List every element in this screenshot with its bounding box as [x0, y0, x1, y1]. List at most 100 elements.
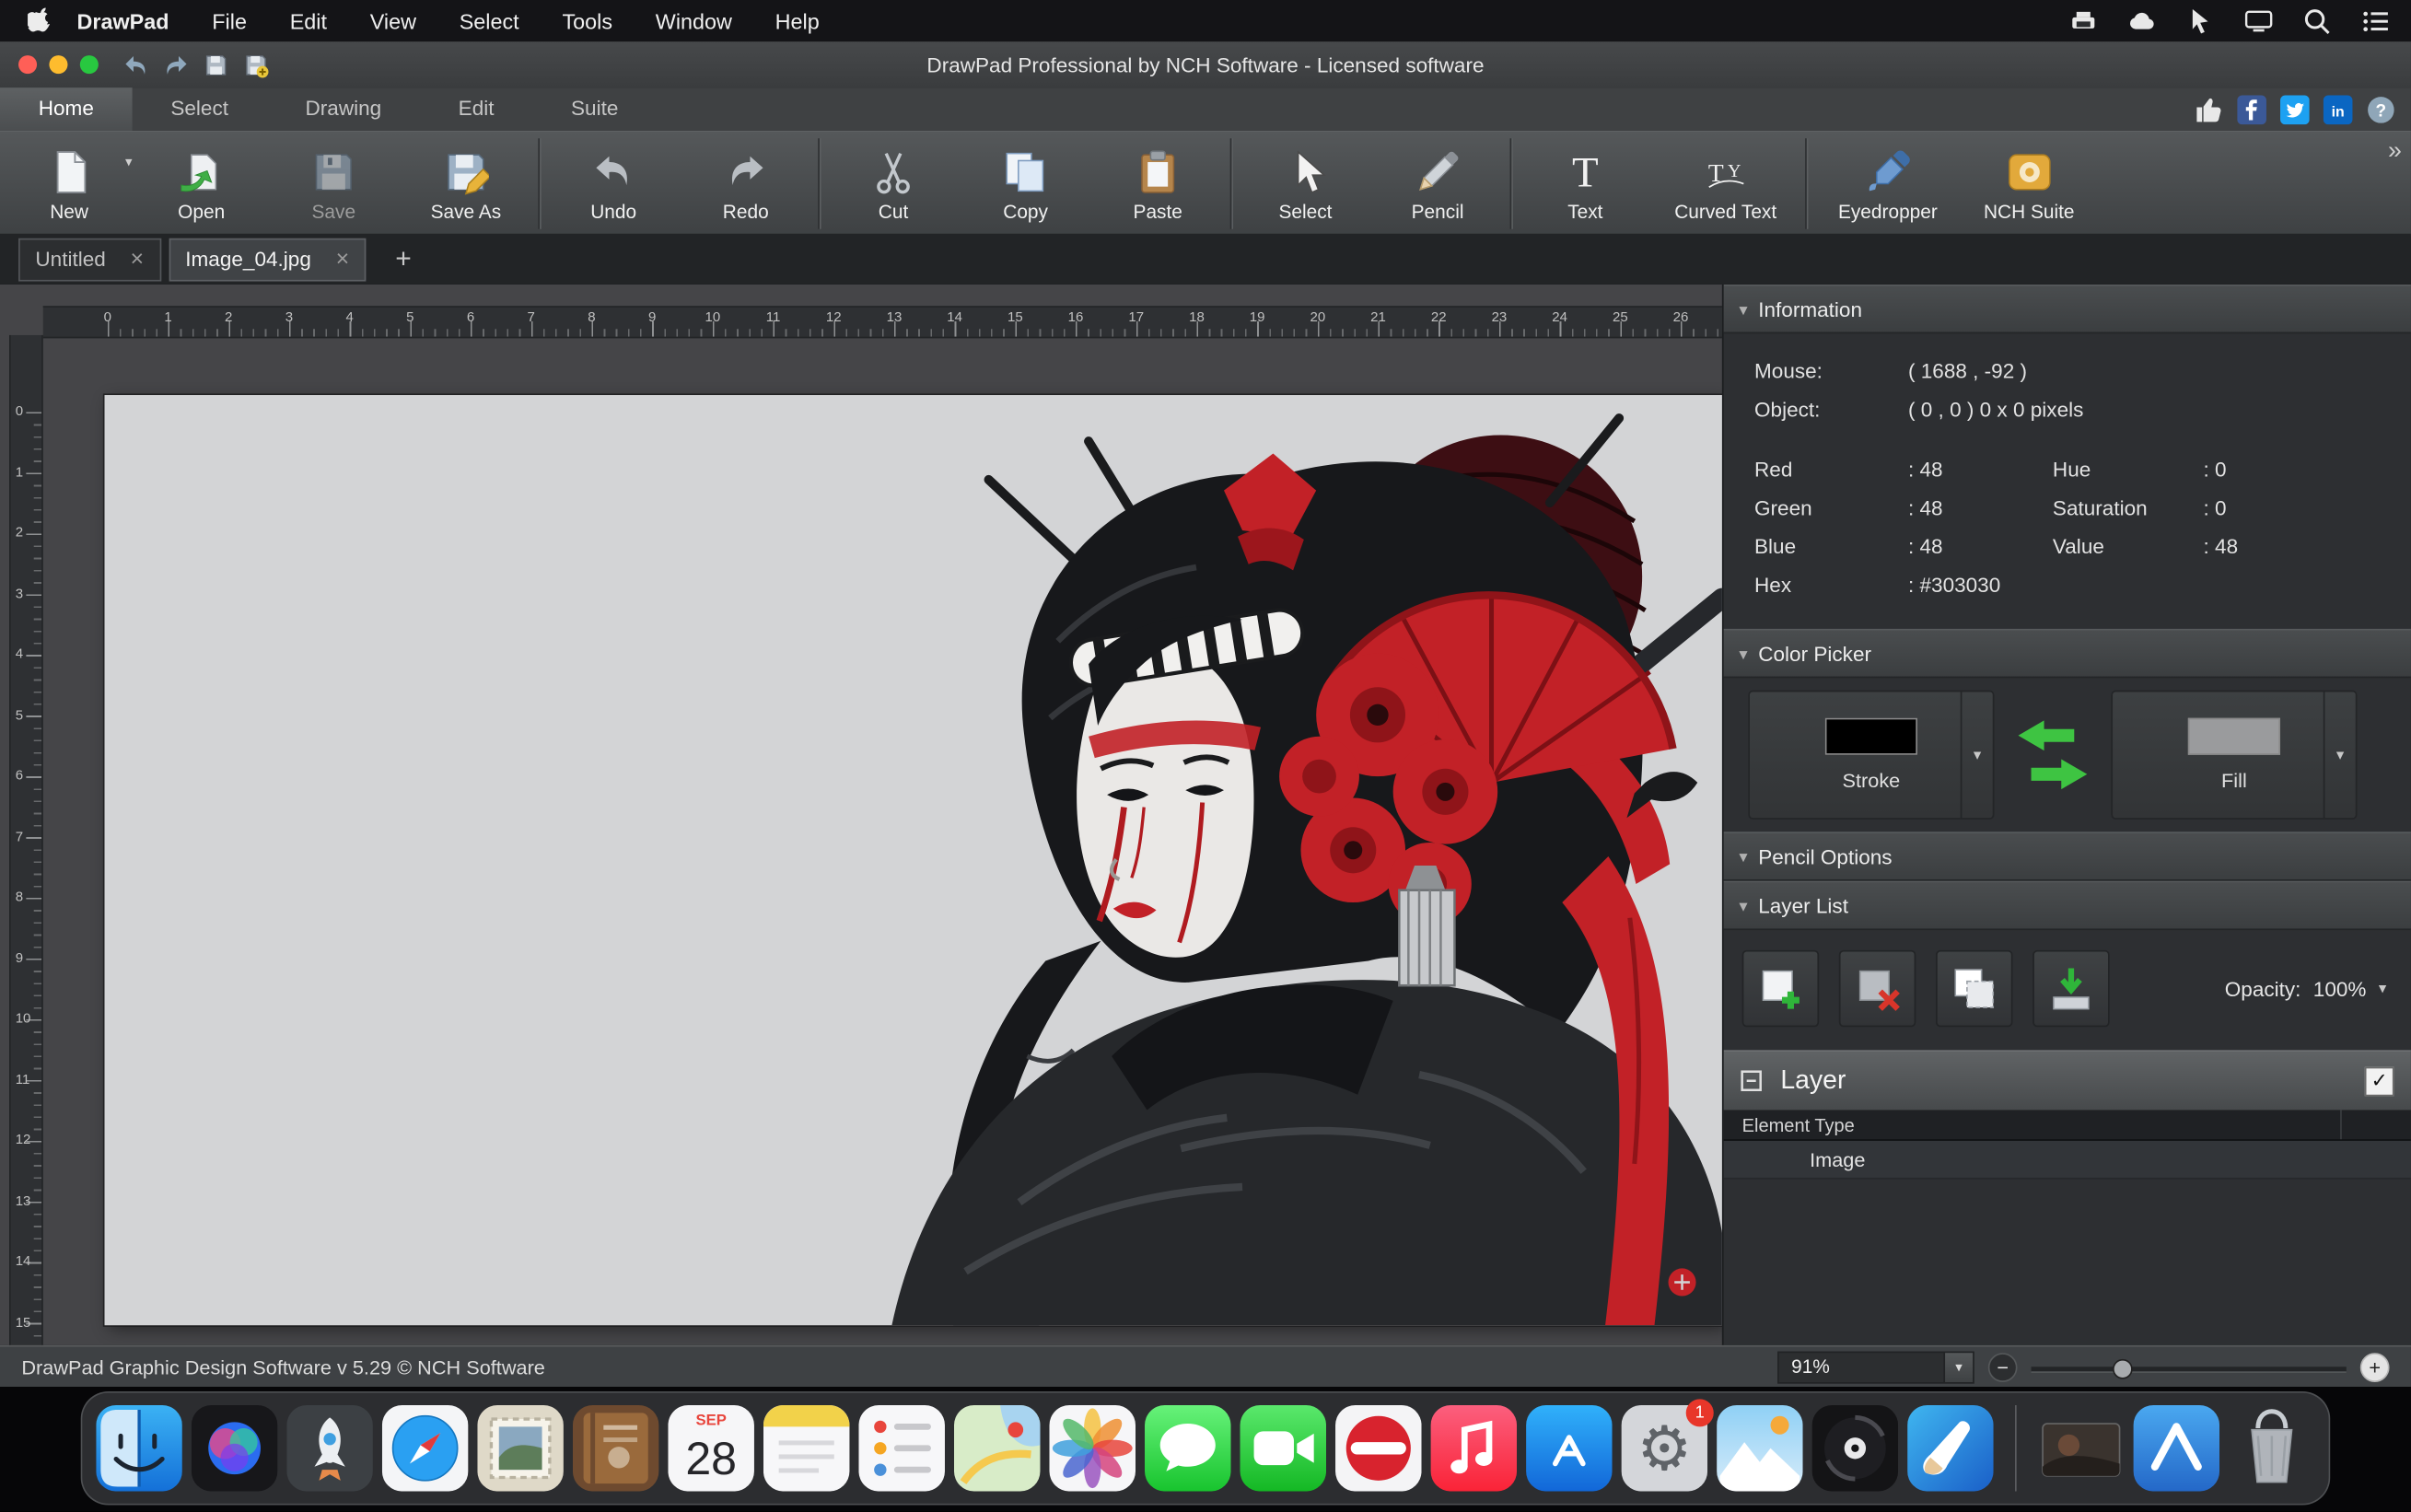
swap-colors-button[interactable] [2009, 712, 2095, 797]
tab-suite[interactable]: Suite [532, 87, 657, 131]
layer-element-row[interactable]: Image [1723, 1140, 2411, 1180]
thumbs-up-icon[interactable] [2195, 95, 2224, 124]
toolbar-overflow-chevron[interactable]: » [2388, 138, 2402, 166]
toolbar-button-pencil[interactable]: Pencil [1371, 133, 1504, 236]
document-canvas[interactable] [104, 395, 1722, 1326]
dock-contacts[interactable] [572, 1405, 659, 1492]
cloud-icon[interactable] [2128, 7, 2156, 35]
dock-facetime[interactable] [1240, 1405, 1327, 1492]
toolbar-button-redo[interactable]: Redo [680, 133, 812, 236]
toolbar-button-text[interactable]: T Text [1520, 133, 1652, 236]
window-title-bar[interactable]: DrawPad Professional by NCH Software - L… [0, 41, 2411, 89]
opacity-control[interactable]: Opacity: 100% ▾ [2225, 977, 2393, 1000]
dock-music[interactable] [1430, 1405, 1518, 1492]
dock-videopad[interactable] [1811, 1405, 1899, 1492]
zoom-slider[interactable] [2031, 1354, 2347, 1379]
dock-safari[interactable] [381, 1405, 469, 1492]
app-menu-title[interactable]: DrawPad [76, 8, 169, 33]
add-layer-button[interactable] [1741, 949, 1820, 1028]
new-tab-button[interactable]: + [383, 243, 424, 275]
dock-photos[interactable] [1049, 1405, 1136, 1492]
close-tab-icon[interactable]: × [336, 248, 350, 271]
menubar-item-select[interactable]: Select [437, 8, 541, 33]
tab-drawing[interactable]: Drawing [267, 87, 420, 131]
dock-notes[interactable] [763, 1405, 850, 1492]
delete-layer-button[interactable] [1838, 949, 1916, 1028]
information-section-header[interactable]: ▾ Information [1723, 284, 2411, 334]
pencil-options-section-header[interactable]: ▾ Pencil Options [1723, 832, 2411, 881]
dropdown-arrow-icon[interactable]: ▾ [2379, 980, 2386, 996]
layer-row[interactable]: Layer ✓ [1723, 1050, 2411, 1111]
twitter-icon[interactable] [2280, 94, 2310, 124]
dock-reminders[interactable] [858, 1405, 945, 1492]
tab-edit[interactable]: Edit [420, 87, 532, 131]
menubar-item-view[interactable]: View [348, 8, 437, 33]
dock-system-preferences[interactable]: ⚙ 1 [1621, 1399, 1714, 1492]
toolbar-button-undo[interactable]: Undo [547, 133, 680, 236]
menubar-item-help[interactable]: Help [753, 8, 841, 33]
scanner-icon[interactable] [2069, 7, 2097, 35]
dock-maps[interactable] [953, 1405, 1041, 1492]
fill-color-picker[interactable]: Fill ▾ [2111, 690, 2358, 820]
apple-menu-icon[interactable] [21, 6, 55, 35]
dropdown-arrow-icon[interactable]: ▾ [2323, 692, 2356, 819]
zoom-out-button[interactable]: − [1987, 1352, 2018, 1382]
minimize-window-button[interactable] [49, 55, 68, 75]
spotlight-icon[interactable] [2303, 7, 2331, 35]
dock-messages[interactable] [1145, 1405, 1231, 1492]
toolbar-button-save-as[interactable]: Save As [400, 133, 532, 236]
zoom-slider-thumb[interactable] [2113, 1358, 2134, 1378]
dock-nch-app[interactable] [2133, 1405, 2220, 1492]
linkedin-icon[interactable]: in [2323, 94, 2353, 124]
layer-visibility-checkbox[interactable]: ✓ [2364, 1065, 2394, 1096]
toolbar-button-select[interactable]: Select [1240, 133, 1372, 236]
fullscreen-window-button[interactable] [79, 55, 99, 75]
dock-siri[interactable] [191, 1405, 278, 1492]
menubar-item-edit[interactable]: Edit [268, 8, 348, 33]
zoom-in-button[interactable]: + [2359, 1352, 2390, 1382]
toolbar-button-save[interactable]: Save [268, 133, 401, 236]
display-icon[interactable] [2244, 7, 2273, 35]
dropdown-arrow-icon[interactable]: ▾ [1943, 1352, 1974, 1382]
save-disk-new-icon[interactable] [243, 52, 269, 77]
toolbar-button-cut[interactable]: Cut [827, 133, 960, 236]
close-tab-icon[interactable]: × [131, 248, 145, 271]
document-tab-image-04-jpg[interactable]: Image_04.jpg × [168, 237, 367, 281]
toolbar-button-open[interactable]: Open [135, 133, 268, 236]
tab-select[interactable]: Select [133, 87, 267, 131]
toolbar-button-copy[interactable]: Copy [960, 133, 1092, 236]
toolbar-button-eyedropper[interactable]: Eyedropper [1815, 133, 1961, 236]
dock-minimized-window[interactable] [2038, 1405, 2124, 1491]
tab-home[interactable]: Home [0, 87, 133, 131]
menu-list-icon[interactable] [2362, 7, 2390, 35]
dock-trash[interactable] [2229, 1405, 2314, 1491]
color-picker-section-header[interactable]: ▾ Color Picker [1723, 628, 2411, 679]
dock-calendar[interactable]: SEP 28 [668, 1405, 754, 1492]
layer-list-section-header[interactable]: ▾ Layer List [1723, 880, 2411, 931]
dock-launchpad[interactable] [286, 1405, 373, 1492]
help-icon[interactable]: ? [2367, 95, 2396, 124]
close-window-button[interactable] [18, 55, 38, 75]
toolbar-button-paste[interactable]: Paste [1091, 133, 1224, 236]
collapse-box-icon[interactable] [1741, 1070, 1762, 1091]
pointer-icon[interactable] [2186, 7, 2214, 35]
dropdown-arrow-icon[interactable]: ▾ [1960, 692, 1993, 819]
dock-photopad[interactable] [1717, 1405, 1803, 1492]
dock-drawpad[interactable] [1907, 1405, 1994, 1492]
toolbar-button-new[interactable]: New ▾ [3, 133, 135, 236]
undo-arrow-icon[interactable] [123, 52, 149, 77]
dock-app-store[interactable] [1526, 1405, 1613, 1492]
menubar-item-window[interactable]: Window [634, 8, 753, 33]
merge-layer-button[interactable] [2032, 949, 2110, 1028]
duplicate-layer-button[interactable] [1936, 949, 2013, 1028]
stroke-color-picker[interactable]: Stroke ▾ [1748, 690, 1995, 820]
dropdown-arrow-icon[interactable]: ▾ [125, 154, 133, 170]
zoom-level-select[interactable]: 91% ▾ [1777, 1350, 1974, 1383]
toolbar-button-nch-suite[interactable]: NCH Suite [1961, 133, 2098, 236]
save-disk-icon[interactable] [203, 52, 228, 77]
dock-finder[interactable] [96, 1405, 182, 1492]
menubar-item-file[interactable]: File [191, 8, 268, 33]
facebook-icon[interactable] [2237, 94, 2266, 124]
menubar-item-tools[interactable]: Tools [541, 8, 634, 33]
redo-arrow-icon[interactable] [163, 52, 189, 77]
